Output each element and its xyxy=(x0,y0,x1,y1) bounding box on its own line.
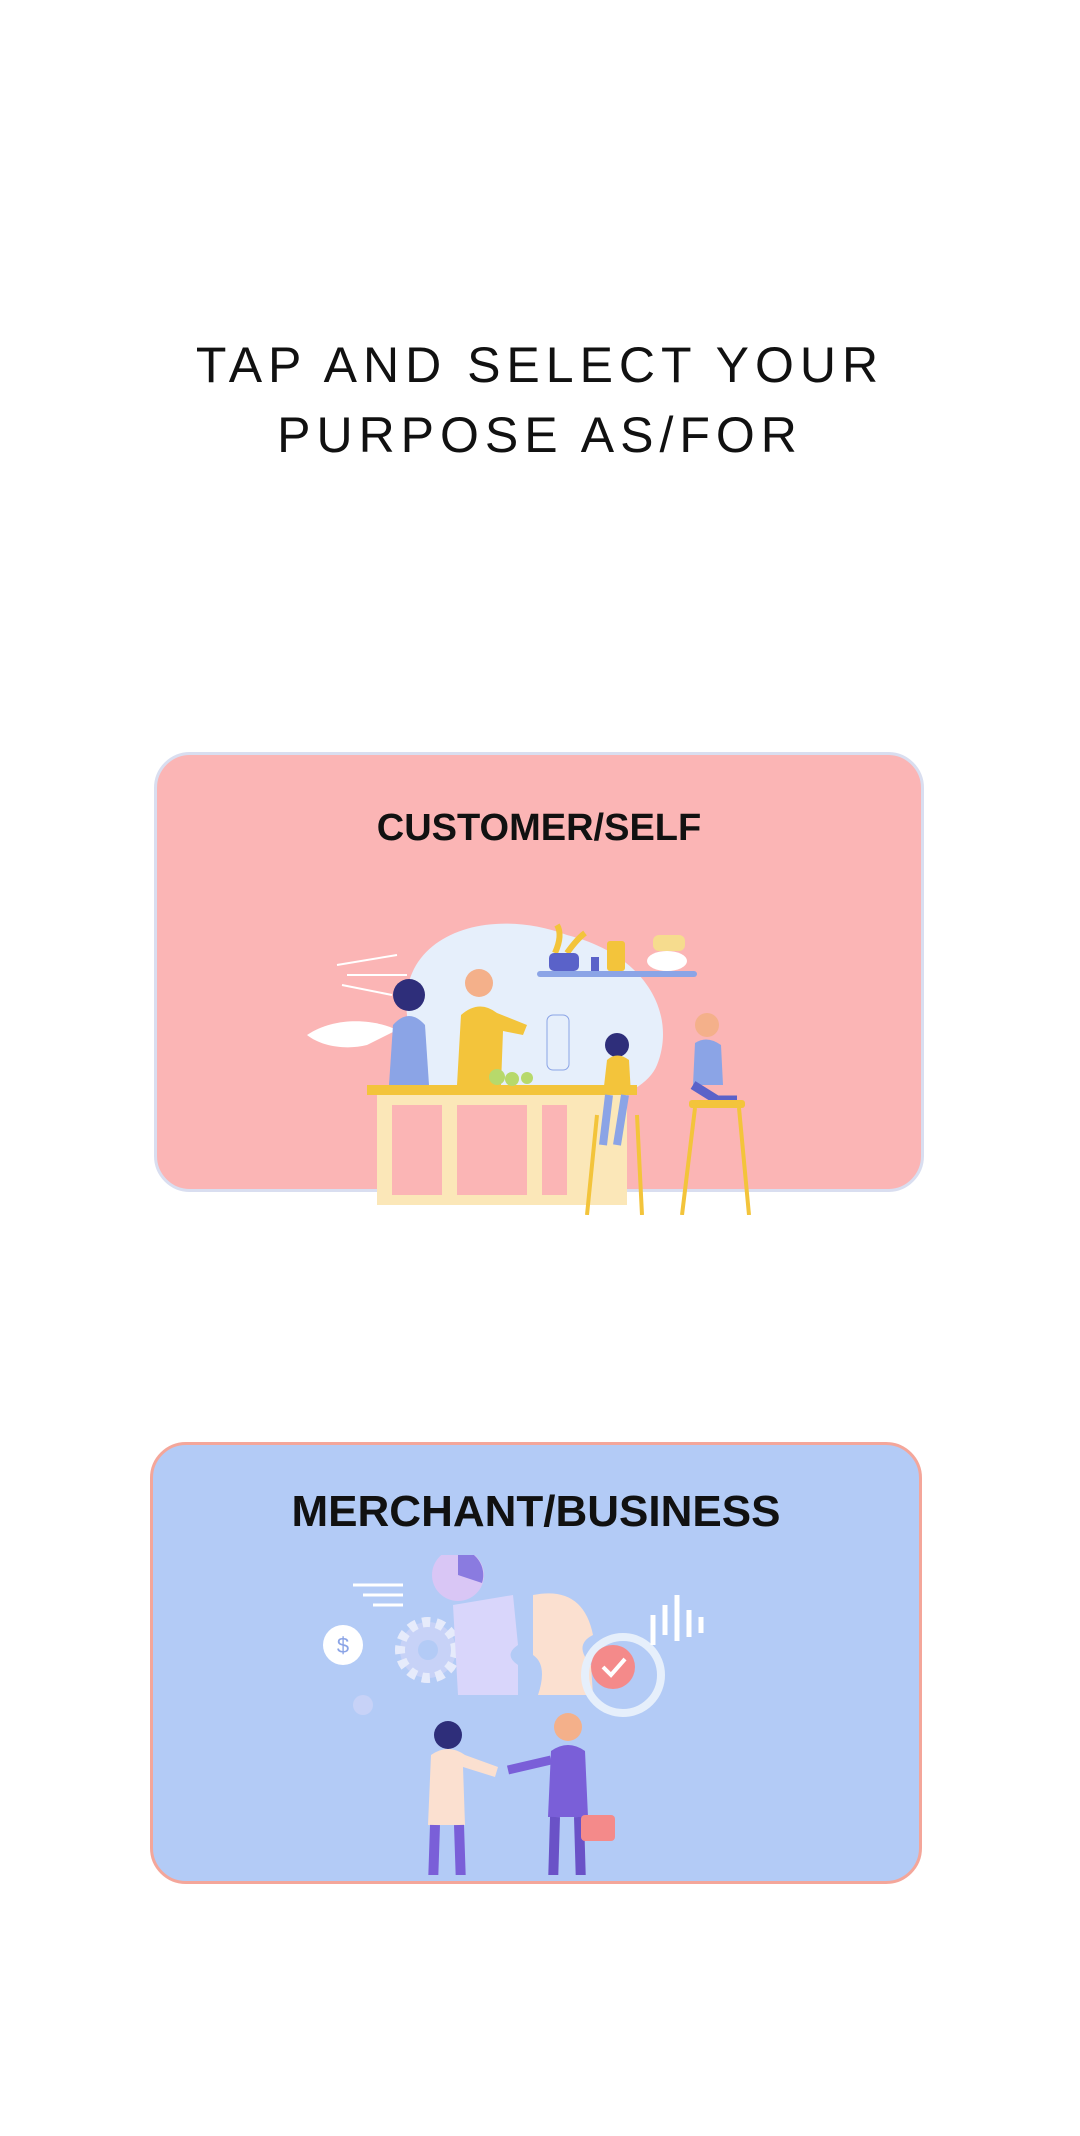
merchant-option-card[interactable]: MERCHANT/BUSINESS $ xyxy=(150,1442,922,1884)
customer-option-card[interactable]: CUSTOMER/SELF xyxy=(154,752,924,1215)
heading-line-1: TAP AND SELECT YOUR xyxy=(195,337,885,393)
heading-line-2: PURPOSE AS/FOR xyxy=(277,407,803,463)
business-handshake-illustration: $ xyxy=(323,1555,704,1875)
merchant-option-label: MERCHANT/BUSINESS xyxy=(291,1487,781,1536)
family-kitchen-illustration xyxy=(307,923,751,1215)
customer-option-label: CUSTOMER/SELF xyxy=(376,807,702,849)
svg-text:$: $ xyxy=(337,1633,349,1658)
page-heading: TAP AND SELECT YOUR PURPOSE AS/FOR xyxy=(0,330,1080,470)
